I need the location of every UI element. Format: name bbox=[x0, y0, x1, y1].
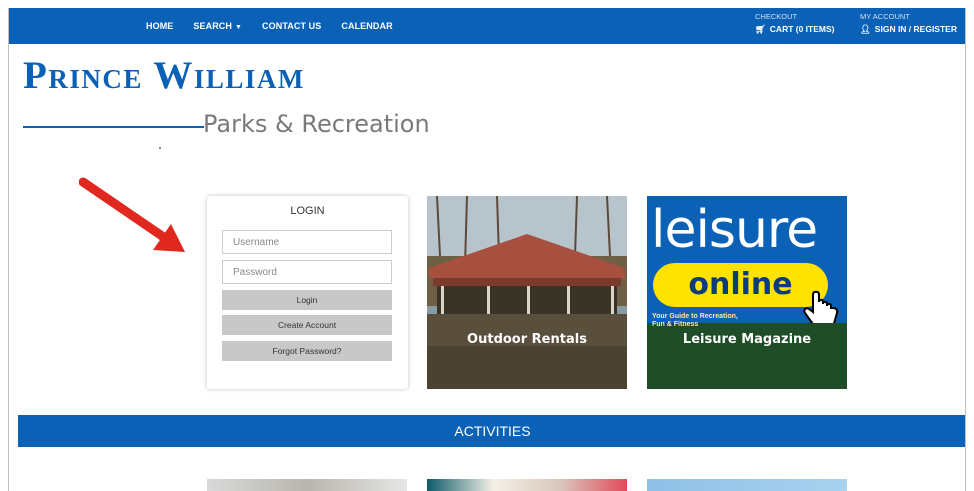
activity-thumb-1[interactable] bbox=[207, 479, 407, 491]
nav-home[interactable]: HOME bbox=[146, 21, 173, 31]
sign-in-link[interactable]: 👤︎ SIGN IN / REGISTER bbox=[860, 24, 957, 35]
activity-thumb-3[interactable] bbox=[647, 479, 847, 491]
stray-dot bbox=[159, 147, 161, 149]
nav-search-label: SEARCH bbox=[193, 21, 233, 31]
user-icon: 👤︎ bbox=[860, 24, 871, 34]
checkout-area: CHECKOUT 🛒︎ CART (0 ITEMS) bbox=[755, 12, 835, 42]
logo-subtitle: Parks & Recreation bbox=[203, 110, 430, 138]
cart-link[interactable]: 🛒︎ CART (0 ITEMS) bbox=[755, 24, 835, 35]
leisure-logo-text: leisure bbox=[651, 200, 818, 260]
outdoor-rentals-label: Outdoor Rentals bbox=[467, 332, 587, 347]
nav-search[interactable]: SEARCH ▼ bbox=[193, 21, 242, 31]
nav-calendar[interactable]: CALENDAR bbox=[341, 21, 392, 31]
login-title: LOGIN bbox=[290, 205, 325, 217]
leisure-tagline: Your Guide to Recreation, Fun & Fitness bbox=[652, 313, 738, 328]
leisure-magazine-label: Leisure Magazine bbox=[682, 332, 812, 347]
sign-in-label: SIGN IN / REGISTER bbox=[874, 24, 957, 34]
caret-down-icon: ▼ bbox=[235, 24, 243, 31]
forgot-password-button[interactable]: Forgot Password? bbox=[222, 341, 392, 361]
login-button[interactable]: Login bbox=[222, 290, 392, 310]
nav-links: HOME SEARCH ▼ CONTACT US CALENDAR bbox=[146, 8, 393, 44]
create-account-button[interactable]: Create Account bbox=[222, 315, 392, 335]
activities-section-header: ACTIVITIES bbox=[18, 415, 965, 447]
top-nav-bar: HOME SEARCH ▼ CONTACT US CALENDAR CHECKOU… bbox=[9, 8, 965, 44]
username-input[interactable] bbox=[222, 230, 392, 254]
activity-thumb-2[interactable] bbox=[427, 479, 627, 491]
leisure-tagline-1: Your Guide to Recreation, bbox=[652, 313, 738, 320]
logo-title[interactable]: Prince William bbox=[23, 56, 305, 95]
pavilion-photo bbox=[427, 196, 627, 389]
account-area: MY ACCOUNT 👤︎ SIGN IN / REGISTER bbox=[860, 12, 957, 42]
password-input[interactable] bbox=[222, 260, 392, 284]
outdoor-rentals-tile[interactable]: Outdoor Rentals bbox=[427, 196, 627, 389]
page-frame: HOME SEARCH ▼ CONTACT US CALENDAR CHECKOU… bbox=[8, 8, 966, 491]
checkout-label: CHECKOUT bbox=[755, 12, 798, 21]
leisure-tagline-2: Fun & Fitness bbox=[652, 320, 699, 328]
logo-rule bbox=[23, 126, 204, 128]
login-panel: LOGIN Login Create Account Forgot Passwo… bbox=[207, 196, 408, 389]
red-arrow-icon bbox=[79, 177, 185, 252]
leisure-magazine-tile[interactable]: leisure online Your Guide to Recreation,… bbox=[647, 196, 847, 389]
cart-icon: 🛒︎ bbox=[755, 24, 766, 34]
nav-contact-us[interactable]: CONTACT US bbox=[262, 21, 321, 31]
cart-label: CART (0 ITEMS) bbox=[769, 24, 835, 34]
my-account-label: MY ACCOUNT bbox=[860, 12, 910, 21]
